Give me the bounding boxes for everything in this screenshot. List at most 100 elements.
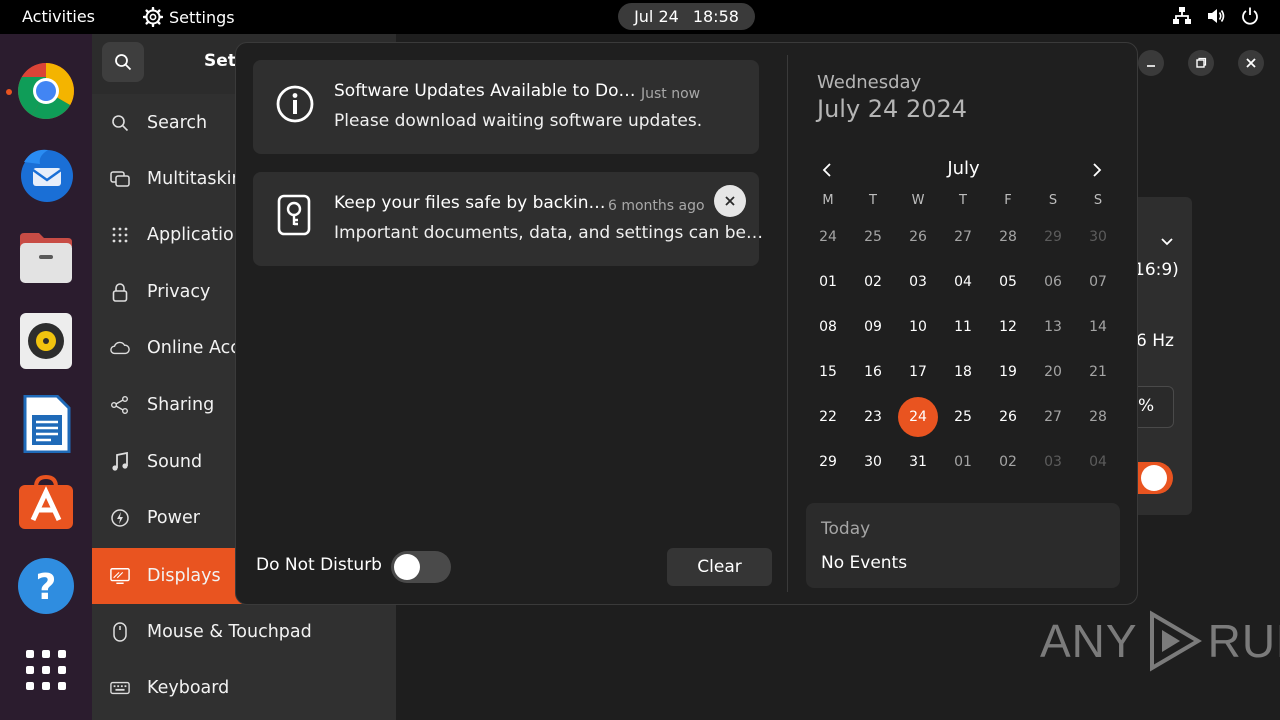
sidebar-title: Set [204,51,236,71]
calendar-day[interactable]: 11 [943,307,983,347]
play-logo-icon [1149,610,1202,672]
close-icon [725,196,735,206]
calendar-day[interactable]: 22 [808,397,848,437]
calendar-day[interactable]: 15 [808,352,848,392]
calendar-day[interactable]: 27 [1033,397,1073,437]
calendar-day[interactable]: 28 [1078,397,1118,437]
calendar-weekday: Wednesday [817,72,922,93]
rhythmbox-icon[interactable] [16,311,76,371]
weekday-header: M [822,193,834,208]
sidebar-item-label: Applicatio [147,225,234,245]
minimize-button[interactable] [1138,50,1164,76]
calendar-month-label: July [947,158,980,179]
show-apps-icon[interactable] [16,640,76,700]
calendar-day[interactable]: 08 [808,307,848,347]
calendar-day[interactable]: 02 [988,442,1028,482]
aspect-ratio-value[interactable]: 16:9) [1134,260,1179,280]
calendar-day[interactable]: 26 [898,217,938,257]
calendar-day[interactable]: 18 [943,352,983,392]
notification-software-updates[interactable]: Software Updates Available to Do… Just n… [253,60,759,154]
files-icon[interactable] [16,227,76,287]
mouse-icon [113,622,127,642]
calendar-day[interactable]: 01 [808,262,848,302]
notification-title: Software Updates Available to Do… [334,81,636,101]
calendar-day[interactable]: 20 [1033,352,1073,392]
weekday-header: S [1048,193,1058,208]
sidebar-item-label: Power [147,508,200,528]
activities-button[interactable]: Activities [22,7,95,26]
calendar-day[interactable]: 29 [1033,217,1073,257]
app-center-icon[interactable] [16,472,76,532]
display-settings-panel: 16:9) 6 Hz % [1123,197,1192,515]
calendar-day[interactable]: 25 [853,217,893,257]
dismiss-notification-button[interactable] [714,185,746,217]
calendar-day[interactable]: 04 [943,262,983,302]
weekday-header: F [1004,193,1012,208]
fractional-scaling-toggle[interactable] [1135,462,1173,494]
next-month-button[interactable] [1082,155,1112,185]
events-section[interactable]: Today No Events [806,503,1120,588]
anyrun-watermark: ANY RUN [1040,610,1280,672]
calendar-day[interactable]: 04 [1078,442,1118,482]
calendar-day[interactable]: 29 [808,442,848,482]
svg-text:?: ? [36,567,57,608]
clock-date: Jul 24 [634,7,679,26]
calendar-day[interactable]: 25 [943,397,983,437]
calendar-day[interactable]: 21 [1078,352,1118,392]
calendar-day[interactable]: 12 [988,307,1028,347]
calendar-day[interactable]: 23 [853,397,893,437]
calendar-day[interactable]: 30 [1078,217,1118,257]
notification-body: Important documents, data, and settings … [334,223,763,243]
calendar-day[interactable]: 17 [898,352,938,392]
calendar-day[interactable]: 03 [1033,442,1073,482]
calendar-day[interactable]: 19 [988,352,1028,392]
calendar-day[interactable]: 16 [853,352,893,392]
sidebar-item-label: Displays [147,566,221,586]
writer-icon[interactable] [16,394,76,454]
calendar-day-today[interactable]: 24 [898,397,938,437]
sidebar-item-keyboard[interactable]: Keyboard [92,660,396,716]
calendar-day[interactable]: 03 [898,262,938,302]
calendar-full-date[interactable]: July 24 2024 [817,95,967,123]
calendar-day[interactable]: 06 [1033,262,1073,302]
chrome-icon[interactable] [16,61,76,121]
refresh-rate-value[interactable]: 6 Hz [1136,331,1174,351]
clear-notifications-button[interactable]: Clear [667,548,772,586]
calendar-day[interactable]: 24 [808,217,848,257]
calendar-day[interactable]: 13 [1033,307,1073,347]
help-icon[interactable]: ? [16,556,76,616]
close-window-button[interactable] [1238,50,1264,76]
chevron-right-icon [1093,163,1102,177]
calendar-day[interactable]: 09 [853,307,893,347]
system-tray[interactable] [1172,6,1260,26]
calendar-day[interactable]: 30 [853,442,893,482]
running-indicator [6,89,12,95]
app-menu[interactable]: Settings [143,5,235,29]
search-button[interactable] [102,42,144,82]
calendar-day[interactable]: 07 [1078,262,1118,302]
thunderbird-icon[interactable] [16,144,76,204]
watermark-text-right: RUN [1207,615,1280,667]
calendar-day[interactable]: 10 [898,307,938,347]
chevron-down-icon[interactable] [1160,237,1174,247]
calendar-day[interactable]: 26 [988,397,1028,437]
sidebar-item-mouse-touchpad[interactable]: Mouse & Touchpad [92,604,396,660]
app-menu-label: Settings [169,7,235,27]
backup-icon [277,194,311,236]
maximize-button[interactable] [1188,50,1214,76]
sidebar-item-label: Keyboard [147,678,230,698]
calendar-day[interactable]: 27 [943,217,983,257]
calendar-day[interactable]: 31 [898,442,938,482]
clock-button[interactable]: Jul 24 18:58 [618,3,755,30]
weekday-header: S [1093,193,1103,208]
calendar-day[interactable]: 05 [988,262,1028,302]
lock-icon [112,283,128,302]
calendar-day[interactable]: 02 [853,262,893,302]
calendar-day[interactable]: 28 [988,217,1028,257]
sidebar-item-label: Search [147,113,208,133]
top-bar: Activities Settings Jul 24 18:58 [0,0,1280,34]
notification-backup[interactable]: Keep your files safe by backin… 6 months… [253,172,763,266]
calendar-day[interactable]: 01 [943,442,983,482]
do-not-disturb-toggle[interactable] [391,551,451,583]
calendar-day[interactable]: 14 [1078,307,1118,347]
